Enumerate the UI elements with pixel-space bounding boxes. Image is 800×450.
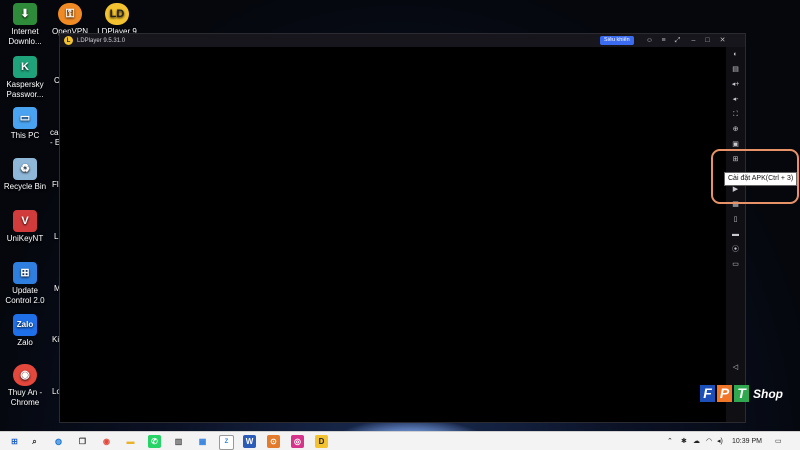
fpt-shop-watermark: F P T Shop bbox=[700, 385, 783, 402]
window-title: LDPlayer 9.5.31.0 bbox=[77, 37, 126, 44]
zalo-icon: Zalo bbox=[13, 314, 37, 336]
desktop-icon-zalo[interactable]: Zalo Zalo bbox=[0, 314, 50, 348]
desktop-icon-openvpn[interactable]: ⚿ OpenVPN bbox=[45, 3, 95, 37]
desktop-icon-chrome[interactable]: ◉ Thuy An - Chrome bbox=[0, 364, 50, 408]
folder-icon[interactable]: ▬ bbox=[730, 230, 741, 240]
desktop-icon-label: UniKeyNT bbox=[6, 234, 44, 243]
wifi-icon[interactable]: ◠ bbox=[706, 435, 712, 448]
openvpn-icon: ⚿ bbox=[58, 3, 82, 25]
ldplayer9-icon[interactable]: D bbox=[315, 435, 328, 448]
user-icon[interactable]: ☺ bbox=[644, 35, 655, 46]
ldplayer-titlebar[interactable]: L LDPlayer 9.5.31.0 Siêu khiển ☺ ≡ ⤢ – □… bbox=[60, 34, 745, 47]
location-icon[interactable]: ⦿ bbox=[730, 245, 741, 255]
maximize-icon[interactable]: □ bbox=[702, 35, 713, 46]
watermark-letter: T bbox=[734, 385, 749, 402]
chrome-icon[interactable]: ◉ bbox=[100, 435, 113, 448]
ldplayer-sidebar: ◐ ▤ ◂+ ◂- ⛶ ⊕ ▣ ⊞ ▶ ▦ ▯ ▬ ⦿ ▭ ◁ ○ bbox=[726, 47, 745, 422]
hidden-icon-label: Fl bbox=[52, 180, 59, 189]
chrome-icon: ◉ bbox=[13, 364, 37, 386]
hidden-icon-label: L bbox=[54, 232, 59, 241]
desktop-icon-update-control[interactable]: ⊞ Update Control 2.0 bbox=[0, 262, 50, 306]
update-button[interactable]: Siêu khiển bbox=[600, 36, 634, 45]
desktop-icon-label: This PC bbox=[10, 131, 40, 140]
ldplayer-icon: LD bbox=[105, 3, 129, 25]
file-explorer-icon[interactable]: ▬ bbox=[124, 435, 137, 448]
desktop-icon-label: Recycle Bin bbox=[3, 182, 47, 191]
fullscreen-icon[interactable]: ⛶ bbox=[730, 110, 741, 120]
search-icon[interactable]: ⌕ bbox=[28, 435, 41, 448]
cloud-icon[interactable]: ☁ bbox=[693, 435, 700, 448]
multi-instance-icon[interactable]: ▭ bbox=[730, 260, 741, 270]
clock[interactable]: 10:39 PM bbox=[732, 435, 762, 448]
gamepad-icon[interactable]: ▤ bbox=[730, 65, 741, 75]
desktop-icon-kaspersky[interactable]: K Kaspersky Passwor... bbox=[0, 56, 50, 100]
lock-icon[interactable]: ⊕ bbox=[730, 125, 741, 135]
task-view-icon[interactable]: ❐ bbox=[76, 435, 89, 448]
phone-icon[interactable]: ▯ bbox=[730, 215, 741, 225]
volume-icon[interactable]: ◂) bbox=[717, 435, 723, 448]
desktop-icon-label: Kaspersky Passwor... bbox=[6, 80, 44, 99]
desktop-icon-recycle-bin[interactable]: ♻ Recycle Bin bbox=[0, 158, 50, 192]
unikey-icon: V bbox=[13, 210, 37, 232]
instagram-icon[interactable]: ◎ bbox=[291, 435, 304, 448]
notification-icon[interactable]: ▭ bbox=[775, 435, 782, 448]
watermark-letter: F bbox=[700, 385, 715, 402]
watermark-shop: Shop bbox=[753, 386, 783, 401]
word-icon[interactable]: ▦ bbox=[196, 435, 209, 448]
desktop-icon-label: Zalo bbox=[17, 338, 33, 347]
desktop-icon-this-pc[interactable]: ▭ This PC bbox=[0, 107, 50, 141]
desktop-icon-label: Internet Downlo... bbox=[8, 27, 42, 46]
watermark-letter: P bbox=[717, 385, 732, 402]
zoom-icon[interactable]: Z bbox=[219, 435, 234, 450]
emulator-screen[interactable] bbox=[60, 47, 726, 422]
whatsapp-icon[interactable]: ✆ bbox=[148, 435, 161, 448]
desktop-icon-ldplayer[interactable]: LD LDPlayer 9 bbox=[92, 3, 142, 37]
ldplayer-icon[interactable]: ⊙ bbox=[267, 435, 280, 448]
close-icon[interactable]: ✕ bbox=[717, 35, 728, 46]
desktop-icon-idm[interactable]: ⬇ Internet Downlo... bbox=[0, 3, 50, 47]
taskbar: ⊞ ⌕ ◍ ❐ ◉ ▬ ✆ ▥ ▦ Z W ⊙ ◎ D ⌃ ✱ ☁ ◠ ◂) 1… bbox=[0, 431, 800, 450]
internet-download-manager-icon: ⬇ bbox=[13, 3, 37, 25]
desktop-icon-unikey[interactable]: V UniKeyNT bbox=[0, 210, 50, 244]
update-control-icon: ⊞ bbox=[13, 262, 37, 284]
ldplayer-logo-icon: L bbox=[64, 36, 73, 45]
kaspersky-icon: K bbox=[13, 56, 37, 78]
back-icon[interactable]: ◁ bbox=[730, 363, 741, 373]
desktop-icon-label: Update Control 2.0 bbox=[5, 286, 45, 305]
this-pc-icon: ▭ bbox=[13, 107, 37, 129]
install-apk-tooltip: Cài đặt APK(Ctrl + 3) bbox=[724, 172, 798, 186]
word-doc-icon[interactable]: W bbox=[243, 435, 256, 448]
bluetooth-icon[interactable]: ✱ bbox=[681, 435, 687, 448]
volume-up-icon[interactable]: ◂+ bbox=[730, 80, 741, 90]
expand-icon[interactable]: ⤢ bbox=[672, 35, 683, 46]
volume-down-icon[interactable]: ◂- bbox=[730, 95, 741, 105]
desktop-icon-label: Thuy An - Chrome bbox=[7, 388, 43, 407]
ldplayer-window: L LDPlayer 9.5.31.0 Siêu khiển ☺ ≡ ⤢ – □… bbox=[59, 33, 746, 423]
recycle-bin-icon: ♻ bbox=[13, 158, 37, 180]
menu-icon[interactable]: ≡ bbox=[658, 35, 669, 46]
edge-icon[interactable]: ◍ bbox=[52, 435, 65, 448]
keyboard-icon[interactable]: ◐ bbox=[730, 50, 741, 60]
chevron-up-icon[interactable]: ⌃ bbox=[667, 435, 673, 448]
books-icon[interactable]: ▥ bbox=[172, 435, 185, 448]
minimize-icon[interactable]: – bbox=[688, 35, 699, 46]
windows-start-icon[interactable]: ⊞ bbox=[8, 435, 21, 448]
